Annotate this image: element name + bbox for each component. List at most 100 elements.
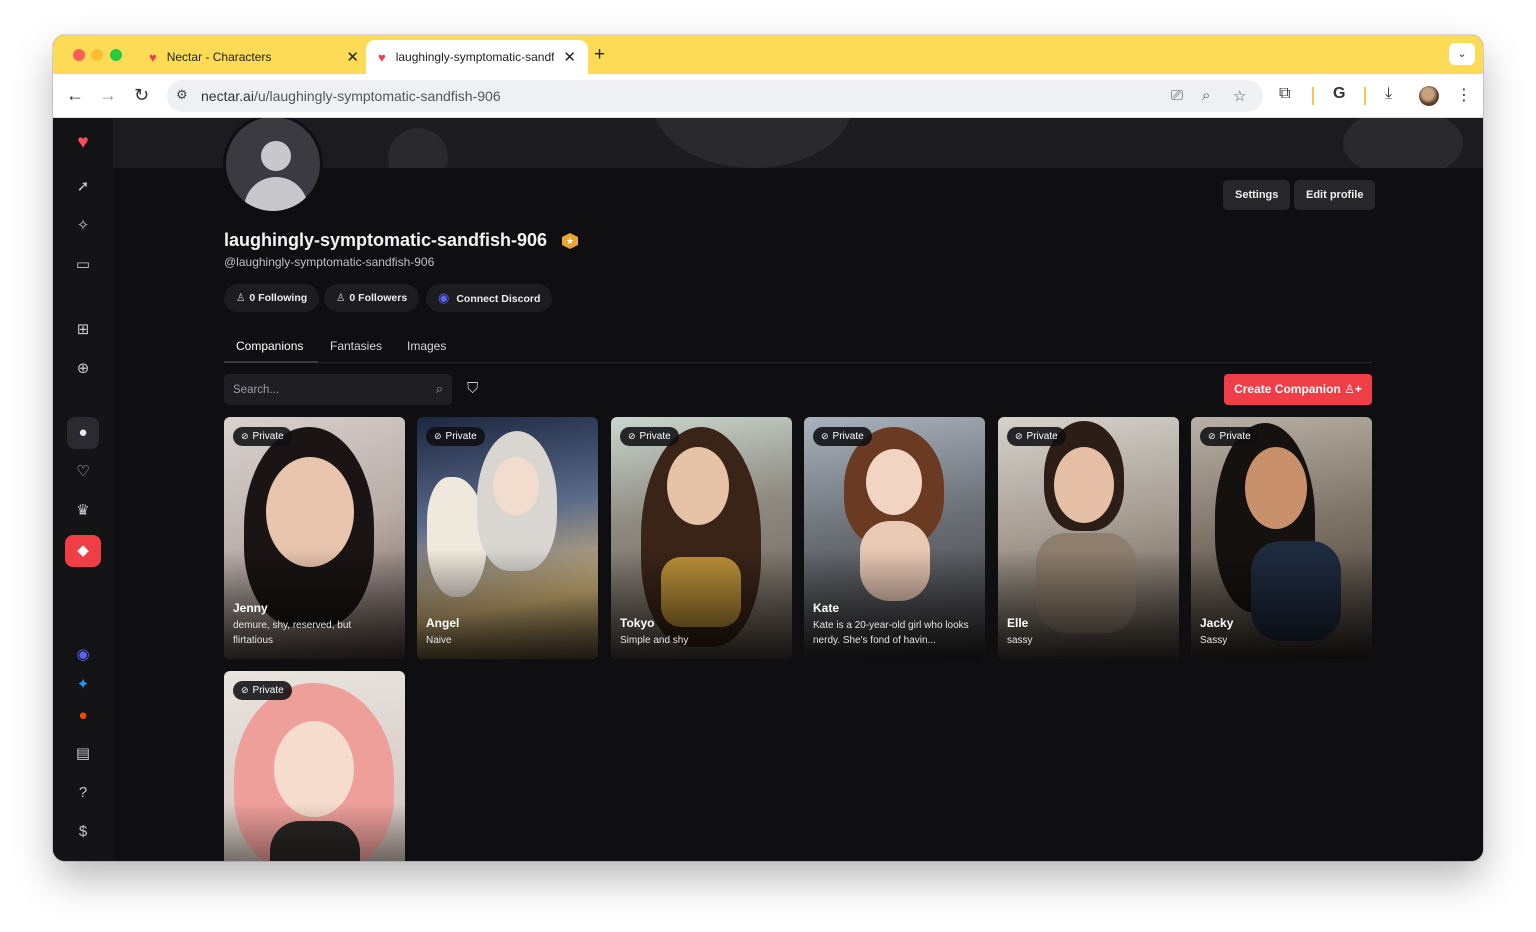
card-image <box>1245 447 1307 529</box>
companion-name: Elle <box>1007 616 1029 630</box>
search-icon[interactable]: ⌕ <box>436 381 443 397</box>
heart-icon[interactable]: ♡ <box>67 456 99 488</box>
extensions-icon[interactable]: ⧉ <box>1279 85 1290 103</box>
private-badge: ⊘ Private <box>1007 427 1066 446</box>
avatar-body <box>244 177 308 211</box>
private-badge: ⊘ Private <box>1200 427 1259 446</box>
forward-icon[interactable]: → <box>99 85 117 106</box>
companion-card[interactable]: ⊘ Private Tokyo Simple and shy <box>611 417 792 659</box>
user-icon: ♙ <box>336 292 346 304</box>
address-bar[interactable]: ⚙ nectar.ai/u/laughingly-symptomatic-san… <box>167 80 1263 112</box>
connect-discord-label: Connect Discord <box>456 293 541 305</box>
zoom-icon[interactable]: ⌕ <box>1202 87 1210 104</box>
twitter-icon[interactable]: ✦ <box>67 669 99 701</box>
following-button[interactable]: ♙ 0 Following <box>224 284 320 312</box>
download-icon[interactable]: ⤓ <box>1385 85 1392 103</box>
card-shade <box>224 803 405 861</box>
companion-card[interactable]: ⊘ Private Elle sassy <box>998 417 1179 659</box>
reload-icon[interactable]: ↻ <box>134 85 149 106</box>
user-profile-icon[interactable]: ● <box>67 417 99 449</box>
companion-name: Jacky <box>1200 616 1234 630</box>
companion-description: demure, shy, reserved, but flirtatious <box>233 620 352 646</box>
edit-profile-button[interactable]: Edit profile <box>1294 180 1376 210</box>
companion-description: Naive <box>426 635 452 646</box>
url-text[interactable]: nectar.ai/u/laughingly-symptomatic-sandf… <box>201 88 501 104</box>
companion-name: Kate <box>813 601 840 615</box>
browser-tab-profile[interactable]: ♥ laughingly-symptomatic-sandfish-906 ✕ <box>366 40 588 74</box>
close-tab-icon[interactable]: ✕ <box>563 48 576 66</box>
discord-icon: ◉ <box>438 290 450 305</box>
tab-images[interactable]: Images <box>407 339 446 353</box>
create-companion-button[interactable]: Create Companion ♙+ <box>1224 374 1372 405</box>
help-icon[interactable]: ? <box>67 777 99 809</box>
bookmark-star-icon[interactable]: ☆ <box>1233 87 1246 105</box>
eye-off-icon: ⊘ <box>1015 431 1023 441</box>
companion-description: Sassy <box>1200 635 1228 646</box>
menu-kebab-icon[interactable]: ⋮ <box>1456 85 1472 105</box>
banner-shape <box>653 118 853 168</box>
tab-companions[interactable]: Companions <box>236 339 303 353</box>
settings-button[interactable]: Settings <box>1223 180 1291 210</box>
trophy-icon[interactable]: ♛ <box>67 495 99 527</box>
site-info-icon[interactable]: ⚙ <box>176 87 188 103</box>
private-badge: ⊘ Private <box>426 427 485 446</box>
private-badge: ⊘ Private <box>620 427 679 446</box>
profile-username: laughingly-symptomatic-sandfish-906 <box>224 230 548 250</box>
close-tab-icon[interactable]: ✕ <box>346 48 359 66</box>
new-tab-icon[interactable]: + <box>594 44 605 66</box>
browser-tab-characters[interactable]: ♥ Nectar - Characters ✕ <box>137 40 359 74</box>
companion-card[interactable]: ⊘ Private Jenny demure, shy, reserved, bu… <box>224 417 405 659</box>
filter-icon[interactable]: ⛉ <box>467 380 478 397</box>
create-companion-label: Create Companion <box>1234 382 1341 396</box>
sparkles-icon[interactable]: ✧ <box>67 210 99 242</box>
browser-profile-avatar[interactable] <box>1419 86 1439 106</box>
grid-icon[interactable]: ⊞ <box>67 314 99 346</box>
private-badge: ⊘ Private <box>233 427 292 446</box>
followers-count: 0 Followers <box>349 292 408 304</box>
close-window-button[interactable] <box>73 49 85 61</box>
card-image <box>493 457 539 515</box>
add-square-icon[interactable]: ⊕ <box>67 353 99 385</box>
google-extension-icon[interactable]: G <box>1333 85 1345 103</box>
back-icon[interactable]: ← <box>66 85 84 106</box>
heart-favicon-icon: ♥ <box>378 49 386 65</box>
card-image <box>667 447 729 525</box>
news-icon[interactable]: ▤ <box>67 738 99 770</box>
add-user-icon: ♙+ <box>1344 382 1362 396</box>
sidebar: ♥ ➚ ✧ ▭ ⊞ ⊕ ● ♡ ♛ ◆ ◉ ✦ ● ▤ ? $ <box>53 118 113 861</box>
chat-icon[interactable]: ▭ <box>67 249 99 281</box>
reddit-icon[interactable]: ● <box>67 700 99 732</box>
discord-icon[interactable]: ◉ <box>67 639 99 671</box>
coin-icon[interactable]: $ <box>67 816 99 848</box>
tab-fantasies[interactable]: Fantasies <box>330 339 382 353</box>
profile-tabs: Companions Fantasies Images <box>224 329 1372 363</box>
companion-name: Jenny <box>233 601 268 615</box>
companion-card[interactable]: ⊘ Private Jacky Sassy <box>1191 417 1372 659</box>
install-app-icon[interactable]: ⎚ <box>1171 87 1183 104</box>
followers-button[interactable]: ♙ 0 Followers <box>324 284 420 312</box>
gem-premium-icon[interactable]: ◆ <box>65 535 101 567</box>
search-input[interactable] <box>233 374 423 405</box>
companion-name: Tokyo <box>620 616 655 630</box>
card-image <box>866 449 922 515</box>
eye-off-icon: ⊘ <box>434 431 442 441</box>
connect-discord-button[interactable]: ◉ Connect Discord <box>426 284 553 312</box>
rocket-icon[interactable]: ➚ <box>67 171 99 203</box>
companion-description: Simple and shy <box>620 635 689 646</box>
nectar-logo-icon[interactable]: ♥ <box>67 127 99 159</box>
minimize-window-button[interactable] <box>91 49 103 61</box>
eye-off-icon: ⊘ <box>1208 431 1216 441</box>
profile-avatar[interactable] <box>223 118 323 214</box>
tab-title: laughingly-symptomatic-sandfish-906 <box>395 50 554 64</box>
page-content: ♥ ➚ ✧ ▭ ⊞ ⊕ ● ♡ ♛ ◆ ◉ ✦ ● ▤ ? $ Settings <box>53 118 1483 861</box>
companion-card[interactable]: ⊘ Private <box>224 671 405 861</box>
banner-shape <box>388 128 448 168</box>
tab-title: Nectar - Characters <box>166 50 272 64</box>
private-badge: ⊘ Private <box>233 681 292 700</box>
companion-card[interactable]: ⊘ Private Kate Kate is a 20-year-old girl… <box>804 417 985 659</box>
heart-favicon-icon: ♥ <box>149 49 157 65</box>
browser-toolbar: ← → ↻ ⚙ nectar.ai/u/laughingly-symptomat… <box>53 74 1483 118</box>
zoom-window-button[interactable] <box>110 49 122 61</box>
tab-search-icon[interactable]: ⌄ <box>1449 43 1475 65</box>
companion-card[interactable]: ⊘ Private Angel Naive <box>417 417 598 659</box>
